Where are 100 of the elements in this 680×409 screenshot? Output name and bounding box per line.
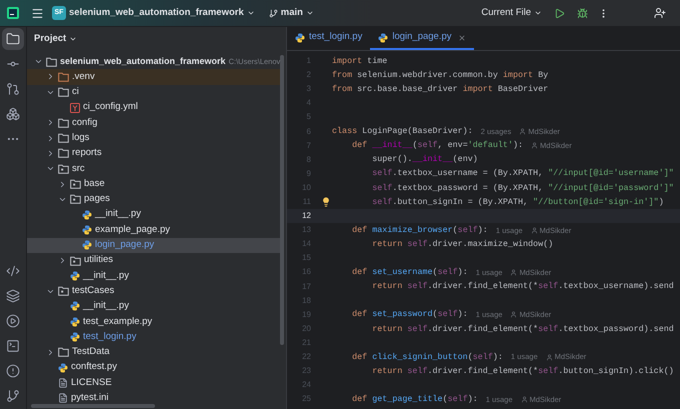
package-folder-icon (70, 194, 81, 204)
branch-selector[interactable]: main (268, 6, 314, 20)
text-file-icon (58, 393, 68, 404)
folder-icon (58, 347, 69, 358)
person-icon (510, 311, 518, 318)
python-file-icon (70, 316, 80, 327)
python-file-icon (82, 224, 92, 235)
tree-item-label: config (72, 116, 98, 130)
package-folder-icon (58, 286, 69, 296)
tree-item-label: __init__.py (83, 299, 129, 314)
code-text: def set_password(self): (351, 308, 468, 322)
folder-icon (46, 56, 57, 67)
tree-row[interactable]: ci_config.yml (27, 100, 284, 116)
close-tab-icon[interactable] (458, 34, 466, 42)
person-icon (510, 268, 518, 276)
panel-title[interactable]: Project (34, 32, 78, 46)
chevron-icon (534, 9, 542, 17)
code-text: self.textbox_password = (By.XPATH, "//input[@id='password']" (371, 182, 674, 194)
code-text: return self.driver.find_element(*self.textbox_username).send (371, 280, 674, 293)
tree-row[interactable]: config (27, 115, 284, 130)
run-icon[interactable] (554, 8, 565, 18)
tree-row[interactable]: reports (27, 146, 284, 162)
tree-row[interactable]: __init__.py (27, 206, 284, 222)
tree-row[interactable]: __init__.py (27, 298, 284, 314)
chevron-icon (306, 9, 314, 17)
person-icon (519, 128, 526, 136)
code-text: import time (332, 54, 388, 68)
tree-row[interactable]: pages (27, 192, 284, 207)
tree-item-label: example_page.py (95, 222, 170, 237)
run-configuration[interactable]: Current File (481, 6, 542, 20)
add-user-icon[interactable] (654, 7, 666, 19)
code-text: def set_username(self): (351, 266, 468, 279)
tree-item-label: logs (72, 131, 90, 145)
tree-item-label: ci_config.yml (83, 100, 138, 114)
code-text: return self.driver.find_element(*self.textbox_password).send (371, 322, 674, 336)
tree-item-label: __init__.py (83, 268, 129, 283)
tree-row[interactable]: base (27, 176, 284, 192)
horizontal-scrollbar[interactable] (31, 404, 155, 408)
python-file-icon (82, 210, 92, 220)
code-text: from src.base.base_driver import BaseDriver (332, 82, 548, 96)
code-text: super().__init__(env) (371, 153, 478, 166)
tree-row[interactable]: ci (27, 84, 284, 100)
python-file-icon (70, 332, 80, 342)
line-number: 12 (301, 210, 311, 222)
tree-row[interactable]: TestData (27, 344, 284, 360)
tree-row[interactable]: __init__.py (27, 268, 284, 284)
folder-icon (58, 87, 69, 98)
tree-item-label: selenium_web_automation_framework (60, 54, 226, 68)
tree-row[interactable]: src (27, 161, 284, 176)
tree-row[interactable]: example_page.py (27, 222, 284, 238)
code-text: self.textbox_username = (By.XPATH, "//input[@id='username']" (371, 167, 674, 180)
package-folder-icon (58, 164, 69, 174)
project-folder-icon[interactable] (2, 28, 24, 50)
code-text: return self.driver.maximize_window() (371, 238, 554, 251)
app-logo-icon[interactable] (7, 7, 19, 19)
chevron-icon (69, 35, 78, 43)
python-file-icon (70, 270, 80, 281)
tree-item-label: pytest.ini (71, 391, 108, 406)
code-text: def get_page_title(self): (351, 392, 478, 406)
lightbulb-icon[interactable] (321, 196, 331, 207)
tree-item-label: __init__.py (95, 207, 141, 222)
vertical-scrollbar[interactable] (280, 55, 284, 345)
person-icon (520, 396, 528, 403)
tree-item-label: LICENSE (71, 376, 112, 390)
folder-icon (58, 118, 69, 128)
python-file-icon (295, 32, 305, 42)
debug-icon[interactable] (577, 8, 588, 18)
tree-item-label: TestData (72, 345, 110, 360)
editor-tab[interactable]: login_page.py (370, 27, 474, 50)
folder-icon (58, 133, 69, 144)
package-folder-icon (70, 256, 81, 266)
tree-item-label: src (72, 162, 85, 176)
tree-row[interactable]: utilities (27, 252, 284, 268)
project-selector[interactable]: selenium_web_automation_framework (69, 6, 255, 20)
tree-item-label: reports (72, 146, 102, 160)
tree-row[interactable]: conftest.py (27, 360, 284, 376)
python-file-icon (70, 301, 80, 312)
tree-item-label: ci (72, 85, 79, 100)
tree-item-label: login_page.py (95, 238, 154, 252)
tree-row[interactable]: test_login.py (27, 329, 284, 345)
tree-row[interactable]: testCases (27, 283, 284, 299)
tree-row[interactable]: test_example.py (27, 314, 284, 330)
code-text: def maximize_browser(self): (351, 224, 488, 236)
editor-tab[interactable]: test_login.py (287, 27, 370, 50)
tree-row[interactable]: LICENSE (27, 375, 284, 391)
tree-row[interactable]: logs (27, 130, 284, 146)
tree-item-label: testCases (72, 284, 114, 298)
code-text: class LoginPage(BaseDriver): (332, 125, 473, 138)
tree-item-label: test_example.py (83, 314, 152, 329)
code-text: from selenium.webdriver.common.by import By (332, 68, 548, 82)
code-text: def __init__(self, env='default'): (351, 139, 524, 152)
tree-item-label: base (84, 176, 105, 191)
person-icon (546, 354, 553, 361)
menu-icon[interactable] (31, 6, 44, 20)
tree-row[interactable]: pytest.ini (27, 390, 284, 406)
tree-item-label: conftest.py (71, 360, 117, 374)
chevron-icon (246, 9, 255, 17)
tree-item-label: pages (84, 192, 110, 206)
branch-icon (268, 8, 278, 18)
python-file-icon (82, 240, 92, 250)
